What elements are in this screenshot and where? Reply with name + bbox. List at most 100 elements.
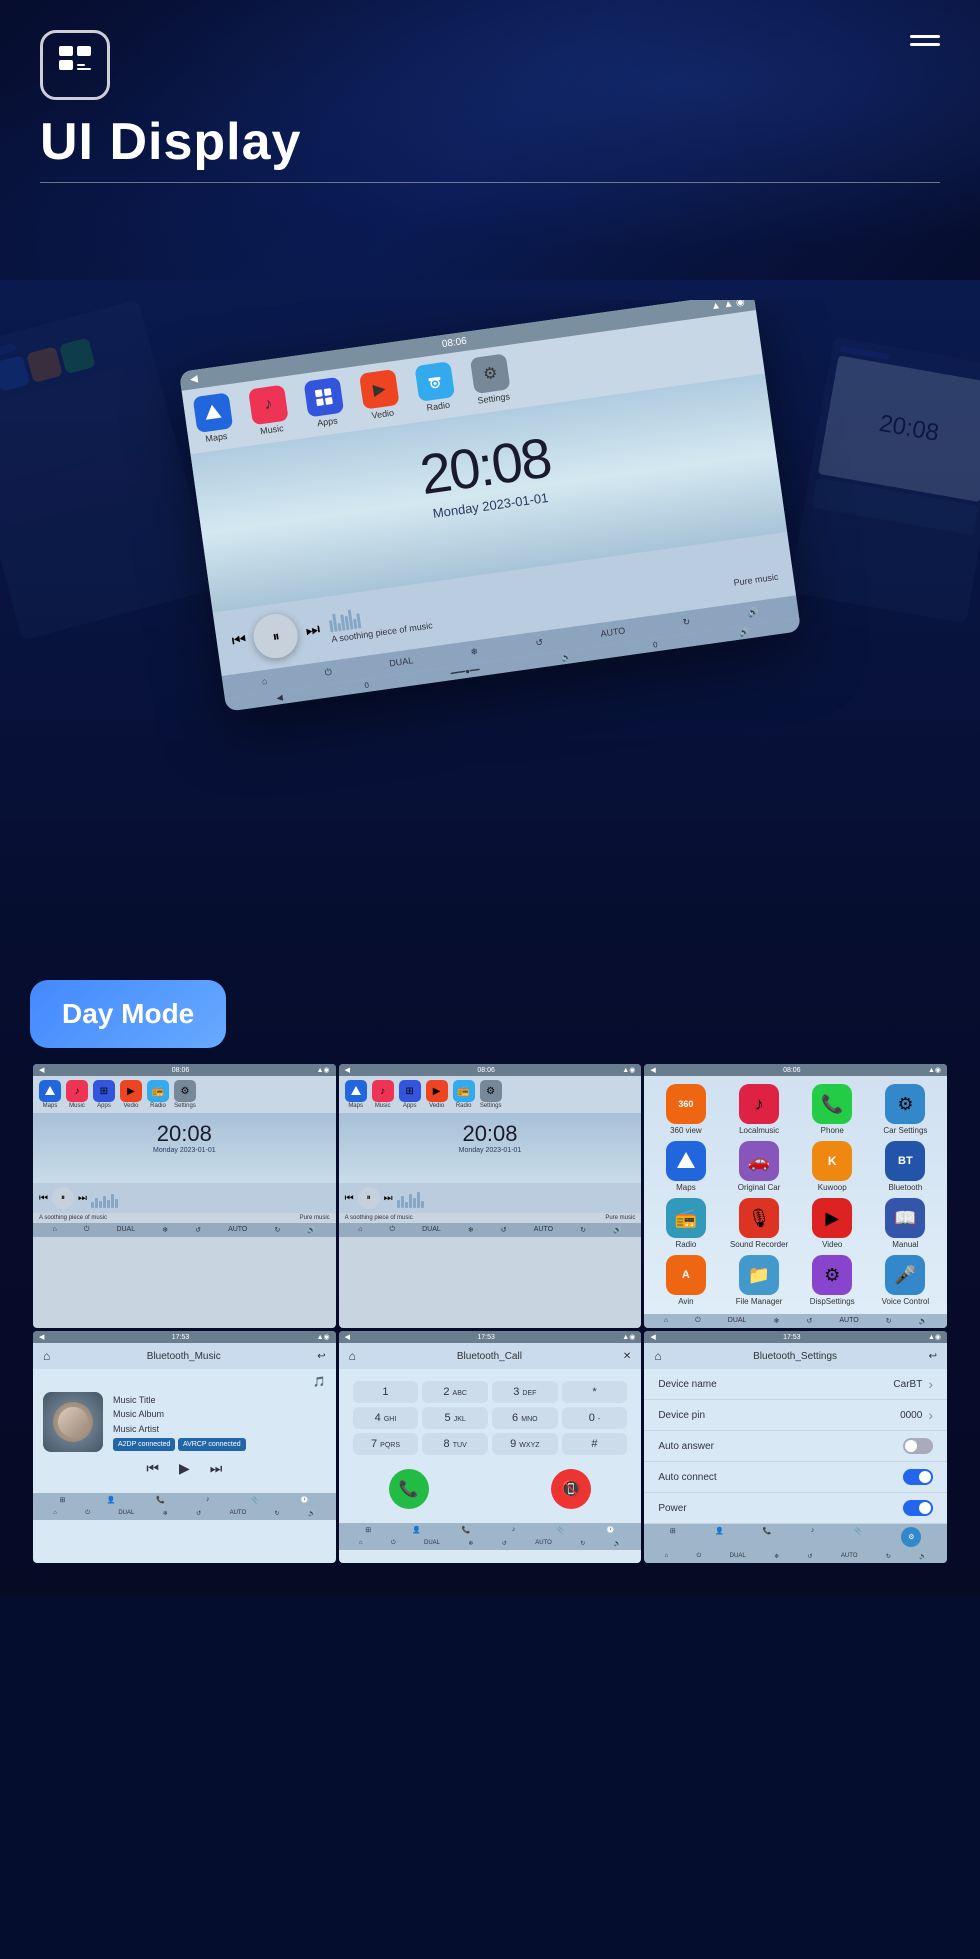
dial-star[interactable]: * (562, 1381, 628, 1403)
mini-rotate-1[interactable]: ↻ (274, 1226, 280, 1234)
bt-music-note-icon[interactable]: ♪ (206, 1496, 210, 1504)
dial-0dash[interactable]: 0 - (562, 1407, 628, 1429)
bt-settings-home-icon[interactable]: ⌂ (654, 1349, 661, 1363)
bt-music-clock[interactable]: 🕐 (300, 1496, 309, 1504)
mini-loop-3[interactable]: ↺ (806, 1317, 812, 1325)
bt-device-name-chevron[interactable] (928, 1376, 933, 1392)
bt-settings-grid[interactable]: ⊞ (670, 1527, 676, 1547)
next-button[interactable]: ⏭ (305, 621, 322, 641)
mini-power-2[interactable]: ⏻ (389, 1226, 395, 1234)
mini-rotate-2[interactable]: ↻ (580, 1226, 586, 1234)
mini-power-3[interactable]: ⏻ (695, 1317, 701, 1325)
bt-call-clip[interactable]: 📎 (556, 1526, 565, 1534)
app-soundrecorder[interactable]: 🎙 Sound Recorder (725, 1198, 792, 1249)
app-originalcar[interactable]: 🚗 Original Car (725, 1141, 792, 1192)
mini-settings-2[interactable]: ⚙ (480, 1080, 502, 1102)
vol-slider[interactable]: ━━━●━━ (450, 665, 480, 678)
mini-video-1[interactable]: ▶ (120, 1080, 142, 1102)
app-video[interactable]: ▶ Video (799, 1198, 866, 1249)
dial-9[interactable]: 9 WXYZ (492, 1433, 558, 1455)
mini-loop-1[interactable]: ↺ (195, 1226, 201, 1234)
mini-play-1[interactable]: ⏸ (52, 1187, 74, 1209)
app-manual[interactable]: 📖 Manual (872, 1198, 939, 1249)
snowflake-icon[interactable]: ❄ (470, 646, 479, 658)
app-localmusic[interactable]: ♪ Localmusic (725, 1084, 792, 1135)
bt-prev[interactable]: ⏮ (146, 1460, 159, 1477)
bt-music-grid[interactable]: ⊞ (60, 1496, 66, 1504)
mini-home-3[interactable]: ⌂ (664, 1317, 668, 1325)
bt-music-clip[interactable]: 📎 (251, 1496, 260, 1504)
mini-prev-1[interactable]: ⏮ (39, 1193, 48, 1204)
mini-vol-2[interactable]: 🔊 (613, 1226, 622, 1234)
home-icon[interactable]: ⌂ (261, 676, 268, 688)
bt-call-phone-icon[interactable]: 📞 (462, 1526, 471, 1534)
mini-next-2[interactable]: ⏭ (384, 1193, 393, 1204)
mini-apps-1[interactable]: ⊞ (93, 1080, 115, 1102)
mini-cold-2[interactable]: ❄ (468, 1226, 474, 1234)
dial-8[interactable]: 8 TUV (422, 1433, 488, 1455)
prev-button[interactable]: ⏮ (231, 631, 248, 651)
mini-music-1[interactable]: ♪ (66, 1080, 88, 1102)
nav-maps[interactable]: Maps (193, 392, 235, 445)
app-radio[interactable]: 📻 Radio (652, 1198, 719, 1249)
bt-settings-home-nav[interactable]: ⌂ (665, 1553, 669, 1560)
bt-auto-answer-toggle[interactable] (903, 1438, 933, 1454)
app-360view[interactable]: 360 360 view (652, 1084, 719, 1135)
bt-next[interactable]: ⏭ (210, 1460, 223, 1477)
dial-7[interactable]: 7 PQRS (353, 1433, 419, 1455)
mini-cold-3[interactable]: ❄ (774, 1317, 780, 1325)
mini-home-2[interactable]: ⌂ (358, 1226, 362, 1234)
dial-4[interactable]: 4 GHI (353, 1407, 419, 1429)
mini-apps-2[interactable]: ⊞ (399, 1080, 421, 1102)
bt-music-back-icon[interactable]: ↩ (317, 1351, 325, 1362)
nav-settings[interactable]: ⚙ Settings (470, 353, 512, 406)
app-kuwoop[interactable]: K Kuwoop (799, 1141, 866, 1192)
bt-call-user[interactable]: 👤 (412, 1526, 421, 1534)
back-nav[interactable]: ◀ (276, 693, 283, 703)
power-icon[interactable]: ⏻ (324, 667, 333, 679)
bt-settings-note[interactable]: ♪ (811, 1527, 815, 1547)
nav-music[interactable]: ♪ Music (248, 385, 290, 438)
mini-maps-1[interactable] (39, 1080, 61, 1102)
loop-icon[interactable]: ↺ (535, 637, 544, 649)
app-carsettings[interactable]: ⚙ Car Settings (872, 1084, 939, 1135)
app-avin[interactable]: A Avin (652, 1255, 719, 1306)
answer-call-button[interactable]: 📞 (389, 1469, 429, 1509)
mini-radio-2[interactable]: 📻 (453, 1080, 475, 1102)
dial-1[interactable]: 1 (353, 1381, 419, 1403)
dial-3[interactable]: 3 DEF (492, 1381, 558, 1403)
mini-home-1[interactable]: ⌂ (53, 1226, 57, 1234)
bt-home-nav[interactable]: ⌂ (53, 1510, 57, 1517)
bt-call-home-nav[interactable]: ⌂ (359, 1540, 363, 1547)
mini-loop-2[interactable]: ↺ (501, 1226, 507, 1234)
bt-call-note[interactable]: ♪ (512, 1526, 516, 1534)
bt-settings-phone-icon[interactable]: 📞 (763, 1527, 772, 1547)
mini-music-2[interactable]: ♪ (372, 1080, 394, 1102)
bt-call-close[interactable]: ✕ (623, 1351, 631, 1362)
bt-play[interactable]: ▶ (179, 1460, 190, 1477)
mini-power-1[interactable]: ⏻ (84, 1226, 90, 1234)
mini-radio-1[interactable]: 📻 (147, 1080, 169, 1102)
mini-video-2[interactable]: ▶ (426, 1080, 448, 1102)
bt-auto-connect-toggle[interactable] (903, 1469, 933, 1485)
app-dispsettings[interactable]: ⚙ DispSettings (799, 1255, 866, 1306)
hamburger-menu[interactable] (910, 35, 940, 46)
app-phone[interactable]: 📞 Phone (799, 1084, 866, 1135)
mini-next-1[interactable]: ⏭ (78, 1193, 87, 1204)
bt-power-toggle[interactable] (903, 1500, 933, 1516)
mini-vol-1[interactable]: 🔊 (307, 1226, 316, 1234)
nav-video[interactable]: ▶ Vedio (359, 369, 401, 422)
bt-settings-highlight[interactable]: ⚙ (901, 1527, 921, 1547)
dial-2[interactable]: 2 ABC (422, 1381, 488, 1403)
mini-rotate-3[interactable]: ↻ (886, 1317, 892, 1325)
bt-music-user[interactable]: 👤 (106, 1496, 115, 1504)
sound-down[interactable]: 🔉 (561, 652, 572, 662)
nav-radio[interactable]: Radio (414, 361, 456, 414)
play-pause-button[interactable]: ⏸ (251, 611, 301, 661)
bt-device-pin-chevron[interactable] (928, 1407, 933, 1423)
volume-icon[interactable]: 🔊 (747, 607, 760, 619)
dial-5[interactable]: 5 JKL (422, 1407, 488, 1429)
end-call-button[interactable]: 📵 (551, 1469, 591, 1509)
bt-settings-clip[interactable]: 📎 (853, 1527, 862, 1547)
mini-settings-1[interactable]: ⚙ (174, 1080, 196, 1102)
